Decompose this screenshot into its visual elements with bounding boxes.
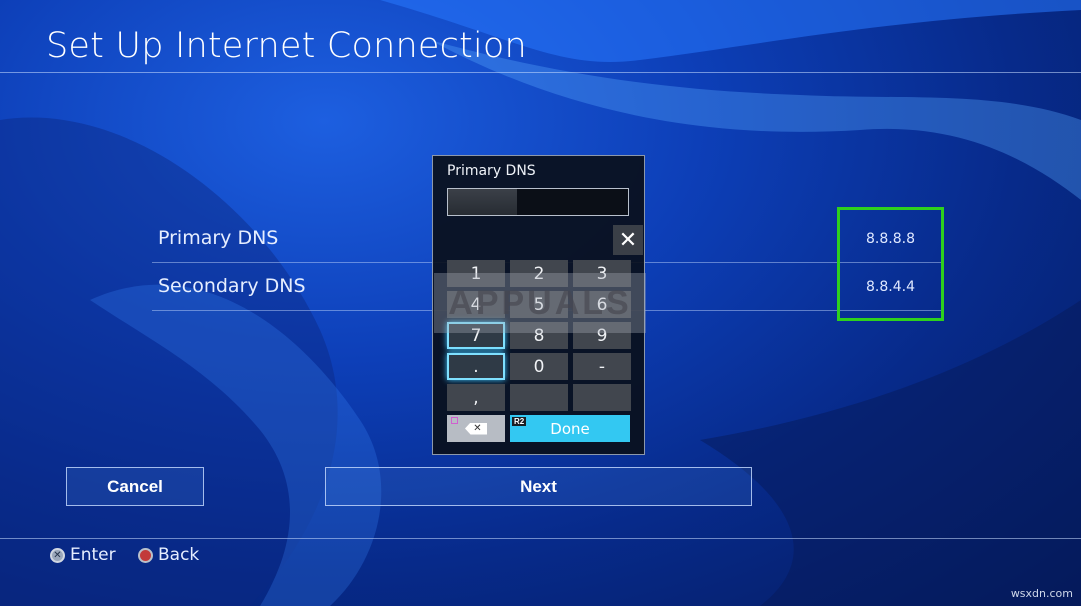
cancel-button[interactable]: Cancel: [66, 467, 204, 506]
key-0[interactable]: 0: [510, 353, 568, 380]
square-button-icon: [451, 417, 458, 424]
dns-values-highlight: [837, 207, 944, 321]
backspace-icon: ✕: [465, 422, 487, 435]
page-title: Set Up Internet Connection: [46, 26, 527, 66]
circle-button-icon: [138, 547, 153, 563]
dns-input-field[interactable]: [447, 188, 629, 216]
appuals-watermark: APPUALS: [434, 273, 646, 333]
close-icon[interactable]: ✕: [613, 225, 643, 255]
header-divider: [0, 72, 1081, 73]
backspace-key[interactable]: ✕: [447, 415, 505, 442]
next-button[interactable]: Next: [325, 467, 752, 506]
enter-label: Enter: [70, 545, 116, 565]
back-label: Back: [158, 545, 200, 565]
keypad-title: Primary DNS: [447, 163, 536, 179]
footer-enter-hint: ✕ Enter: [50, 545, 116, 565]
secondary-dns-label: Secondary DNS: [158, 275, 306, 297]
key-dash[interactable]: -: [573, 353, 631, 380]
done-button[interactable]: R2 Done: [510, 415, 630, 442]
cross-button-icon: ✕: [50, 547, 65, 563]
input-cursor-highlight: [448, 189, 517, 215]
primary-dns-label: Primary DNS: [158, 227, 279, 249]
footer-divider: [0, 538, 1081, 539]
r2-shortcut-badge: R2: [512, 417, 527, 426]
site-watermark: wsxdn.com: [1010, 587, 1073, 600]
key-blank: [510, 384, 568, 411]
key-dot[interactable]: .: [447, 353, 505, 380]
footer-back-hint: Back: [138, 545, 199, 565]
done-label: Done: [550, 419, 590, 438]
key-blank: [573, 384, 631, 411]
key-comma[interactable]: ,: [447, 384, 505, 411]
